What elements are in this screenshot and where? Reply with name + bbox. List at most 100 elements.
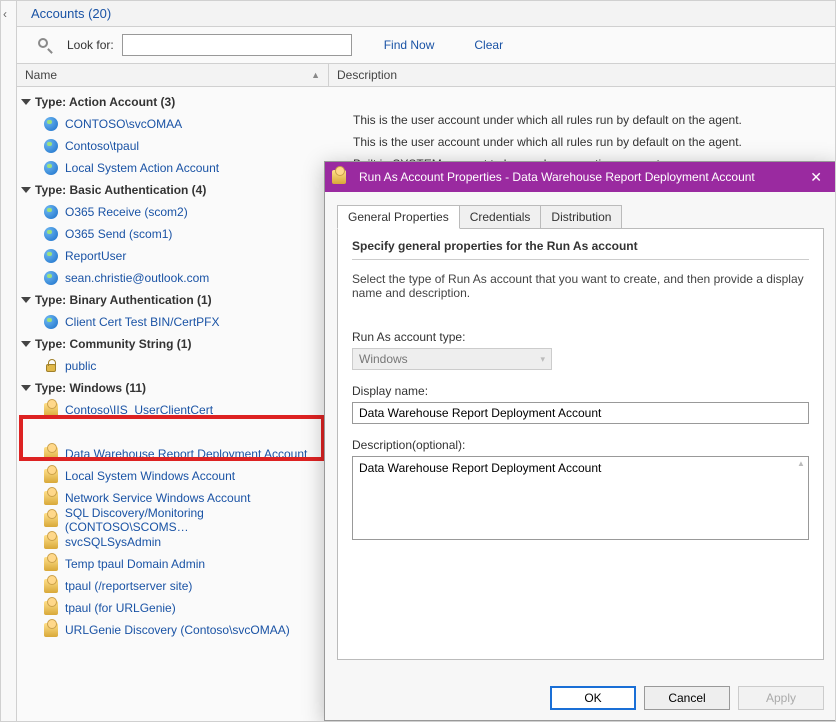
tab-general-properties[interactable]: General Properties (337, 205, 460, 229)
panel-hint: Select the type of Run As account that y… (352, 268, 809, 316)
group-header[interactable]: Type: Community String (1) (17, 333, 329, 355)
mgr-icon (43, 402, 59, 418)
account-item[interactable]: public (17, 355, 329, 377)
account-label: CONTOSO\svcOMAA (65, 117, 182, 131)
mgr-icon (43, 578, 59, 594)
account-label: Contoso\IIS_UserClientCert (65, 403, 213, 417)
tab-distribution[interactable]: Distribution (540, 205, 622, 229)
column-headers: Name ▲ Description (17, 63, 835, 87)
mgr-icon (43, 534, 59, 550)
account-item[interactable]: O365 Send (scom1) (17, 223, 329, 245)
accounts-tree: Type: Action Account (3) CONTOSO\svcOMAA C… (17, 87, 329, 721)
dialog-buttons: OK Cancel Apply (550, 686, 824, 710)
account-label: public (65, 359, 96, 373)
account-item[interactable]: tpaul (for URLGenie) (17, 597, 329, 619)
account-label: URLGenie Discovery (Contoso\svcOMAA) (65, 623, 290, 637)
dialog-icon (331, 169, 347, 185)
account-item[interactable]: CONTOSO\svcOMAA (17, 113, 329, 135)
caret-down-icon (21, 297, 31, 303)
cancel-button[interactable]: Cancel (644, 686, 730, 710)
account-item[interactable]: Contoso\tpaul (17, 135, 329, 157)
page-title: Accounts (20) (31, 6, 111, 21)
close-icon[interactable]: ✕ (804, 167, 828, 188)
description-label: Description(optional): (352, 438, 809, 452)
search-label: Look for: (67, 38, 114, 52)
scrollbar-up-icon[interactable]: ▲ (796, 459, 806, 468)
account-item[interactable]: URLGenie Discovery (Contoso\svcOMAA) (17, 619, 329, 641)
column-description[interactable]: Description (329, 64, 835, 86)
mgr-icon (43, 556, 59, 572)
account-label: ReportUser (65, 249, 126, 263)
dialog-titlebar[interactable]: Run As Account Properties - Data Warehou… (325, 162, 836, 192)
mgr-icon (43, 512, 59, 528)
group-header[interactable]: Type: Basic Authentication (4) (17, 179, 329, 201)
search-input[interactable] (122, 34, 352, 56)
account-label: Local System Windows Account (65, 469, 235, 483)
display-name-input[interactable] (352, 402, 809, 424)
account-item[interactable]: ReportUser (17, 245, 329, 267)
clear-button[interactable]: Clear (466, 34, 511, 56)
back-button[interactable]: ‹ (3, 7, 7, 21)
group-label: Type: Basic Authentication (4) (35, 183, 206, 197)
chevron-down-icon: ▾ (540, 354, 545, 365)
account-label: Local System Action Account (65, 161, 219, 175)
search-icon (37, 37, 53, 53)
account-label: O365 Send (scom1) (65, 227, 172, 241)
globe-icon (43, 204, 59, 220)
find-now-button[interactable]: Find Now (376, 34, 443, 56)
run-as-account-properties-dialog: Run As Account Properties - Data Warehou… (324, 161, 836, 721)
account-item[interactable]: Local System Action Account (17, 157, 329, 179)
account-label: sean.christie@outlook.com (65, 271, 209, 285)
account-type-select: Windows ▾ (352, 348, 552, 370)
account-item[interactable]: svcSQLSysAdmin (17, 531, 329, 553)
mgr-icon (43, 490, 59, 506)
group-header[interactable]: Type: Binary Authentication (1) (17, 289, 329, 311)
mgr-icon (43, 468, 59, 484)
account-item[interactable]: O365 Receive (scom2) (17, 201, 329, 223)
globe-icon (43, 248, 59, 264)
globe-icon (43, 270, 59, 286)
globe-icon (43, 160, 59, 176)
display-name-label: Display name: (352, 384, 809, 398)
account-item[interactable]: Data Warehouse Report Deployment Account (17, 443, 329, 465)
apply-button: Apply (738, 686, 824, 710)
account-label: Temp tpaul Domain Admin (65, 557, 205, 571)
group-label: Type: Community String (1) (35, 337, 191, 351)
general-properties-panel: Specify general properties for the Run A… (337, 228, 824, 660)
account-item[interactable]: Local System Windows Account (17, 465, 329, 487)
mgr-icon (43, 600, 59, 616)
account-item[interactable]: Temp tpaul Domain Admin (17, 553, 329, 575)
group-header[interactable]: Type: Windows (11) (17, 377, 329, 399)
dialog-tabs: General Properties Credentials Distribut… (337, 204, 824, 228)
group-label: Type: Binary Authentication (1) (35, 293, 212, 307)
globe-icon (43, 226, 59, 242)
globe-icon (43, 116, 59, 132)
account-label: SQL Discovery/Monitoring (CONTOSO\SCOMS… (65, 506, 329, 534)
dialog-title: Run As Account Properties - Data Warehou… (359, 170, 755, 184)
caret-down-icon (21, 341, 31, 347)
app-window: ‹ Accounts (20) Look for: Find Now Clear… (0, 0, 836, 722)
lock-icon (43, 358, 59, 374)
tab-credentials[interactable]: Credentials (459, 205, 542, 229)
ok-button[interactable]: OK (550, 686, 636, 710)
account-item[interactable]: SQL Discovery/Monitoring (CONTOSO\SCOMS… (17, 509, 329, 531)
left-gutter: ‹ (1, 1, 17, 722)
group-label: Type: Action Account (3) (35, 95, 175, 109)
account-item[interactable]: sean.christie@outlook.com (17, 267, 329, 289)
account-item[interactable]: Client Cert Test BIN/CertPFX (17, 311, 329, 333)
account-label: svcSQLSysAdmin (65, 535, 161, 549)
account-label: O365 Receive (scom2) (65, 205, 188, 219)
group-header[interactable]: Type: Action Account (3) (17, 91, 329, 113)
account-label: Contoso\tpaul (65, 139, 139, 153)
globe-icon (43, 314, 59, 330)
account-item[interactable]: tpaul (/reportserver site) (17, 575, 329, 597)
caret-down-icon (21, 385, 31, 391)
account-label: Data Warehouse Report Deployment Account (65, 447, 307, 461)
description-textarea[interactable] (352, 456, 809, 540)
account-item[interactable]: Contoso\IIS_UserClientCert (17, 399, 329, 421)
search-row: Look for: Find Now Clear (17, 27, 835, 63)
account-label: Client Cert Test BIN/CertPFX (65, 315, 220, 329)
account-description: This is the user account under which all… (329, 111, 766, 129)
column-name[interactable]: Name ▲ (17, 64, 329, 86)
account-type-label: Run As account type: (352, 330, 809, 344)
